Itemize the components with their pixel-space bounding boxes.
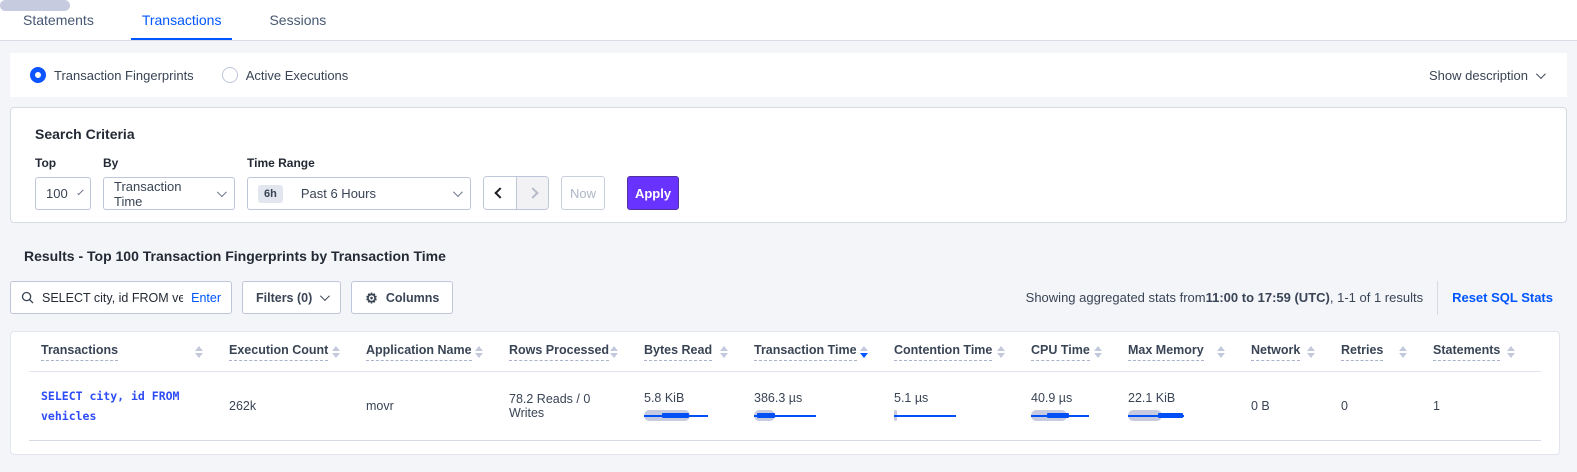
cell-network: 0 B [1251, 399, 1341, 413]
cell-rows-processed: 78.2 Reads / 0 Writes [509, 392, 644, 420]
radio-transaction-fingerprints[interactable]: Transaction Fingerprints [30, 67, 194, 83]
stats-time-range: 11:00 to 17:59 (UTC) [1206, 290, 1330, 305]
column-header-execution-count: Execution Count [229, 343, 366, 361]
filters-button[interactable]: Filters (0) [242, 281, 341, 314]
apply-button[interactable]: Apply [627, 176, 679, 210]
chevron-down-icon [77, 189, 84, 196]
cell-max-memory: 22.1 KiB [1128, 391, 1251, 421]
cell-contention-time: 5.1 µs [894, 391, 1031, 421]
cpu-time-bar [1031, 410, 1101, 421]
time-range-value: Past 6 Hours [301, 186, 443, 201]
transaction-fingerprint-link[interactable]: SELECT city, id FROM vehicles [41, 386, 201, 426]
time-range-label: Time Range [247, 156, 471, 170]
filters-label: Filters (0) [256, 291, 312, 305]
column-header-cpu-time: CPU Time [1031, 343, 1128, 361]
tab-bar: Statements Transactions Sessions [0, 0, 1577, 41]
aggregated-stats-text: Showing aggregated stats from 11:00 to 1… [1026, 290, 1423, 305]
sort-icon[interactable] [1094, 346, 1102, 358]
max-memory-bar [1128, 410, 1198, 421]
tab-transactions[interactable]: Transactions [131, 0, 233, 40]
table-header-row: Transactions Execution Count Application… [29, 332, 1541, 372]
search-criteria-card: Search Criteria Top 100 By Transaction T… [10, 107, 1567, 223]
time-range-badge: 6h [258, 185, 283, 203]
sort-icon[interactable] [1399, 346, 1407, 358]
columns-button[interactable]: ⚙ Columns [351, 281, 453, 314]
cell-transaction-time: 386.3 µs [754, 391, 894, 421]
sort-icon[interactable] [1217, 346, 1225, 358]
cell-cpu-time: 40.9 µs [1031, 391, 1128, 421]
column-header-contention-time: Contention Time [894, 343, 1031, 361]
next-time-button[interactable] [516, 177, 548, 209]
cell-statements: 1 [1433, 399, 1541, 413]
results-heading: Results - Top 100 Transaction Fingerprin… [24, 248, 1577, 264]
sort-icon-active-desc[interactable] [860, 346, 868, 358]
cell-retries: 0 [1341, 399, 1433, 413]
columns-label: Columns [386, 291, 439, 305]
top-select-value: 100 [46, 186, 68, 201]
top-select[interactable]: 100 [35, 177, 91, 210]
gear-icon: ⚙ [365, 291, 378, 305]
sort-icon[interactable] [1507, 346, 1515, 358]
results-controls: Enter Filters (0) ⚙ Columns Showing aggr… [10, 281, 1567, 314]
chevron-right-icon [527, 187, 538, 198]
chevron-down-icon [217, 187, 227, 197]
top-label: Top [35, 156, 91, 170]
chevron-down-icon [1536, 69, 1546, 79]
column-header-transactions: Transactions [29, 343, 229, 361]
radio-selected-icon [30, 67, 46, 83]
chevron-down-icon [320, 291, 330, 301]
table-row: SELECT city, id FROM vehicles 262k movr … [29, 372, 1541, 441]
sort-icon[interactable] [610, 346, 618, 358]
column-header-network: Network [1251, 343, 1341, 361]
reset-sql-stats-link[interactable]: Reset SQL Stats [1452, 290, 1553, 305]
sql-search-input[interactable] [42, 291, 183, 305]
radio-label: Transaction Fingerprints [54, 68, 194, 83]
view-toggle-bar: Transaction Fingerprints Active Executio… [10, 53, 1567, 97]
time-range-select[interactable]: 6h Past 6 Hours [247, 177, 471, 210]
column-header-application-name: Application Name [366, 343, 509, 361]
sort-icon[interactable] [195, 346, 203, 358]
show-description-toggle[interactable]: Show description [1429, 68, 1543, 83]
execution-count-bar [0, 0, 70, 11]
show-description-label: Show description [1429, 68, 1528, 83]
by-select[interactable]: Transaction Time [103, 177, 235, 210]
radio-label: Active Executions [246, 68, 349, 83]
chevron-left-icon [494, 187, 505, 198]
column-header-transaction-time: Transaction Time [754, 343, 894, 361]
sql-search-box: Enter [10, 281, 232, 314]
now-button[interactable]: Now [561, 176, 605, 210]
previous-time-button[interactable] [484, 177, 516, 209]
sort-icon[interactable] [720, 346, 728, 358]
sort-icon[interactable] [475, 346, 483, 358]
search-icon [21, 291, 34, 304]
transaction-time-bar [754, 410, 824, 421]
column-header-max-memory: Max Memory [1128, 343, 1251, 361]
cell-application-name: movr [366, 399, 509, 413]
search-criteria-title: Search Criteria [35, 126, 1542, 142]
divider [1437, 281, 1438, 315]
bytes-read-bar [644, 410, 714, 421]
column-header-bytes-read: Bytes Read [644, 343, 754, 361]
cell-bytes-read: 5.8 KiB [644, 391, 754, 421]
search-enter-button[interactable]: Enter [191, 291, 221, 305]
sort-icon[interactable] [997, 346, 1005, 358]
by-select-value: Transaction Time [114, 179, 207, 209]
chevron-down-icon [453, 187, 463, 197]
column-header-retries: Retries [1341, 343, 1433, 361]
time-nav-group [483, 176, 549, 210]
tab-sessions[interactable]: Sessions [258, 0, 337, 40]
sort-icon[interactable] [1307, 346, 1315, 358]
column-header-statements: Statements [1433, 343, 1541, 361]
radio-unselected-icon [222, 67, 238, 83]
contention-time-bar [894, 410, 964, 421]
by-label: By [103, 156, 235, 170]
cell-execution-count: 262k [229, 399, 366, 413]
radio-active-executions[interactable]: Active Executions [222, 67, 349, 83]
sort-icon[interactable] [332, 346, 340, 358]
transactions-table: Transactions Execution Count Application… [10, 331, 1560, 455]
column-header-rows-processed: Rows Processed [509, 343, 644, 361]
